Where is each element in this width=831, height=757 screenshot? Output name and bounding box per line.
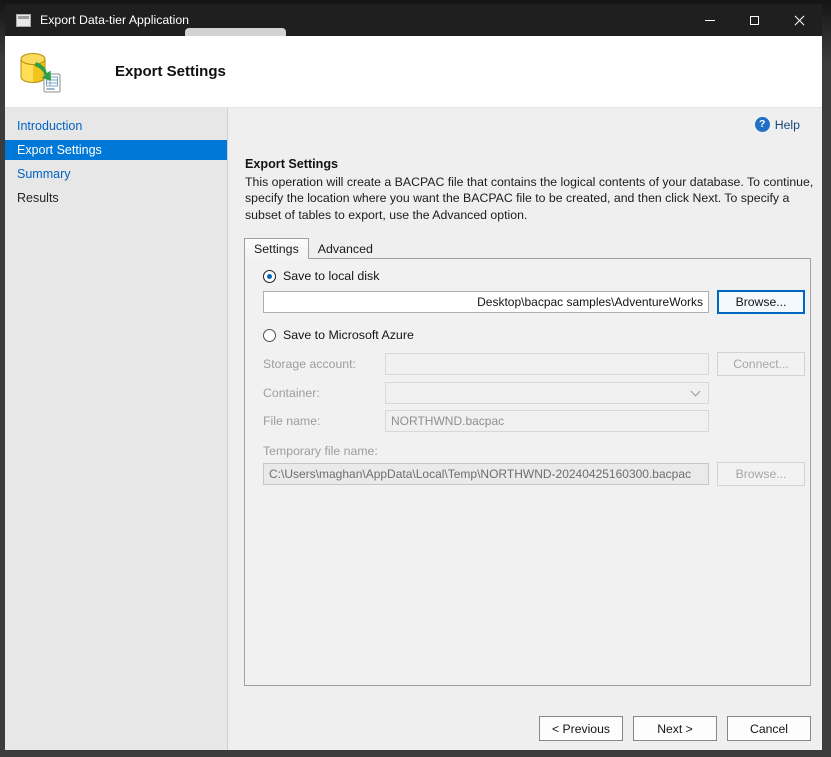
chevron-down-icon [691, 387, 701, 397]
desktop-background: Export Data-tier Application [0, 0, 831, 757]
titlebar[interactable]: Export Data-tier Application [5, 4, 822, 36]
app-icon [16, 14, 31, 27]
temp-file-label: Temporary file name: [263, 444, 810, 458]
local-path-input[interactable] [263, 291, 709, 313]
browse-local-button[interactable]: Browse... [717, 290, 805, 314]
save-azure-radio[interactable] [263, 329, 276, 342]
browse-temp-button[interactable]: Browse... [717, 462, 805, 486]
tab-advanced[interactable]: Advanced [309, 240, 382, 258]
storage-account-label: Storage account: [263, 357, 385, 371]
close-icon [793, 14, 806, 27]
next-button[interactable]: Next > [633, 716, 717, 741]
save-local-label: Save to local disk [283, 269, 379, 283]
previous-button[interactable]: < Previous [539, 716, 623, 741]
save-local-radio[interactable] [263, 270, 276, 283]
file-name-label: File name: [263, 414, 385, 428]
cancel-button[interactable]: Cancel [727, 716, 811, 741]
maximize-button[interactable] [732, 4, 777, 36]
dialog-body: Introduction Export Settings Summary Res… [5, 108, 822, 750]
help-icon: ? [755, 117, 770, 132]
wizard-header: Export Settings [5, 36, 822, 108]
wizard-buttons: < Previous Next > Cancel [539, 716, 811, 741]
save-azure-option[interactable]: Save to Microsoft Azure [263, 328, 810, 342]
save-azure-label: Save to Microsoft Azure [283, 328, 414, 342]
tab-settings[interactable]: Settings [244, 238, 309, 259]
storage-account-row: Storage account: Connect... [263, 352, 810, 376]
minimize-button[interactable] [687, 4, 732, 36]
temp-file-row: Browse... [263, 462, 810, 486]
export-database-icon [15, 49, 63, 95]
container-dropdown[interactable] [385, 382, 709, 404]
file-name-row: File name: [263, 410, 810, 432]
local-path-row: Browse... [263, 290, 810, 314]
wizard-steps-sidebar: Introduction Export Settings Summary Res… [5, 108, 228, 750]
background-tab-artifact [185, 28, 286, 36]
save-local-option[interactable]: Save to local disk [263, 269, 810, 283]
container-label: Container: [263, 386, 385, 400]
page-description: This operation will create a BACPAC file… [245, 174, 821, 223]
page-title: Export Settings [245, 157, 338, 171]
main-panel: ? Help Export Settings This operation wi… [228, 108, 822, 750]
help-label: Help [775, 118, 800, 132]
maximize-icon [750, 16, 759, 25]
help-link[interactable]: ? Help [755, 117, 800, 132]
step-summary[interactable]: Summary [5, 164, 227, 184]
step-introduction[interactable]: Introduction [5, 116, 227, 136]
minimize-icon [705, 20, 715, 21]
step-export-settings[interactable]: Export Settings [5, 140, 227, 160]
connect-button[interactable]: Connect... [717, 352, 805, 376]
file-name-input[interactable] [385, 410, 709, 432]
container-row: Container: [263, 382, 810, 404]
wizard-title: Export Settings [115, 63, 226, 80]
step-results[interactable]: Results [5, 188, 227, 208]
close-button[interactable] [777, 4, 822, 36]
temp-file-input[interactable] [263, 463, 709, 485]
export-data-tier-dialog: Export Data-tier Application [5, 4, 822, 750]
settings-tab-panel: Save to local disk Browse... Save to Mic… [244, 258, 811, 686]
window-title: Export Data-tier Application [40, 13, 687, 27]
storage-account-input[interactable] [385, 353, 709, 375]
tab-strip: Settings Advanced [244, 238, 382, 259]
